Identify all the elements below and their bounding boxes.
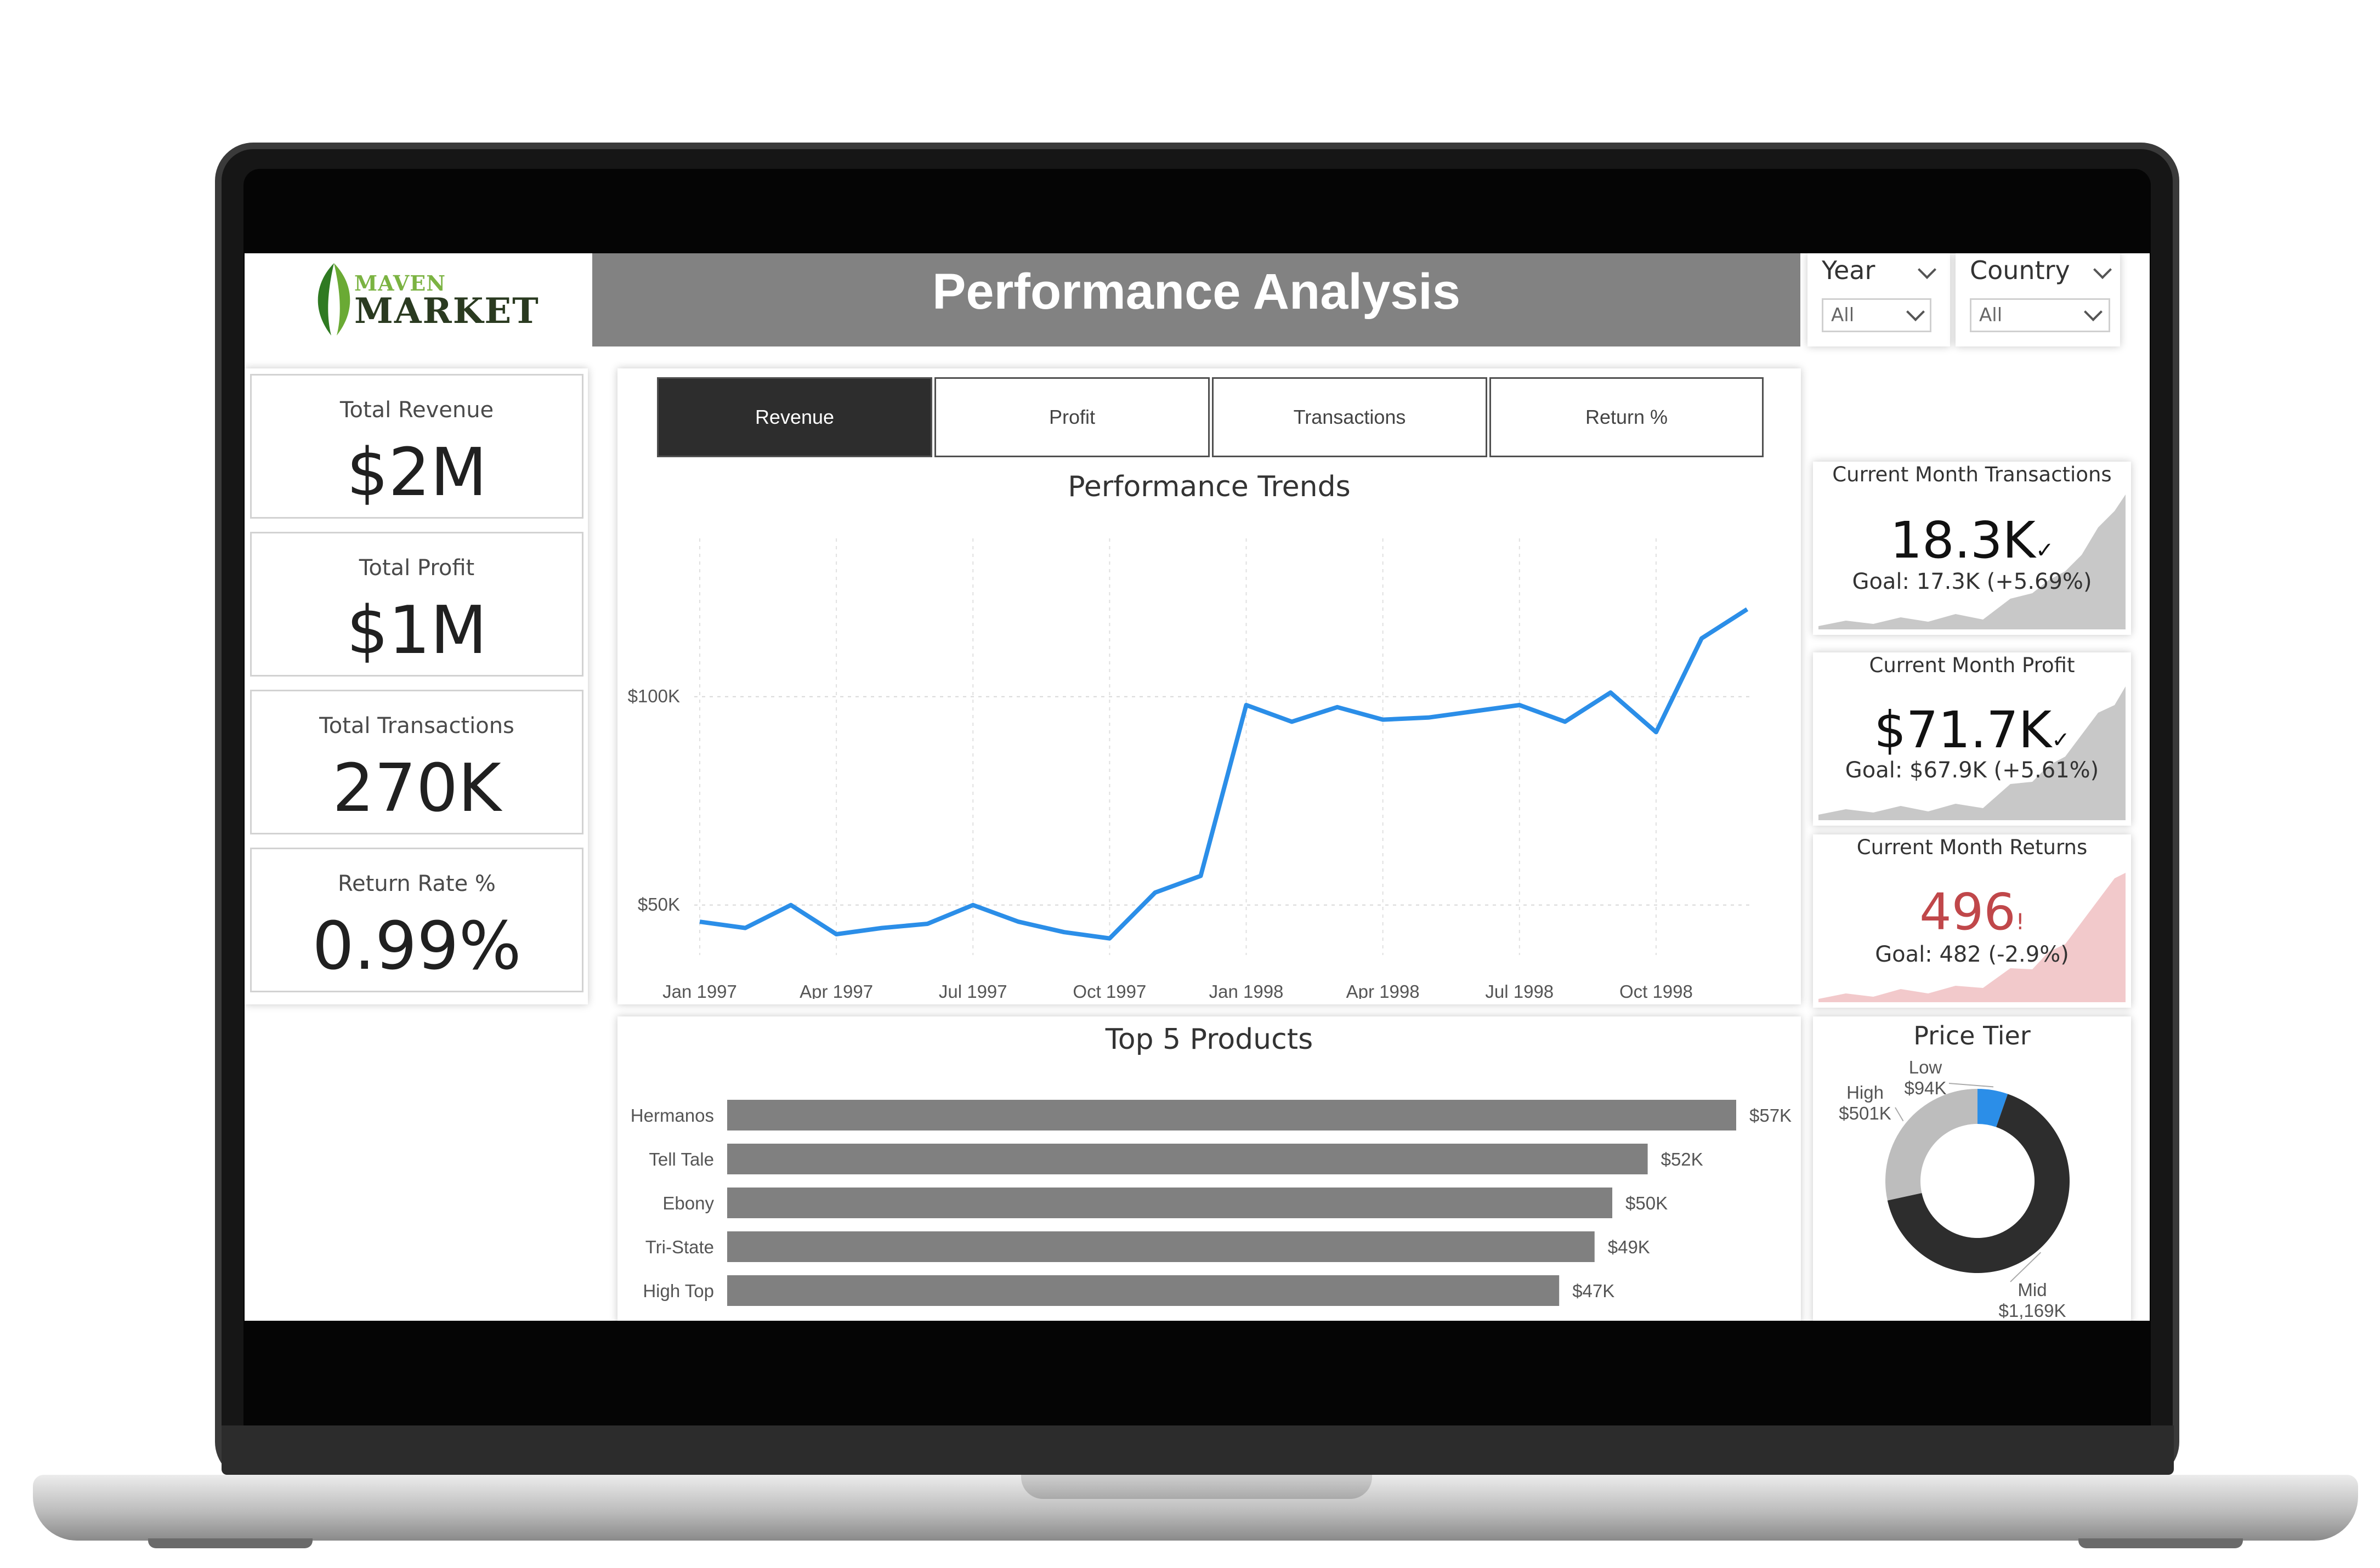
laptop-thumb-notch [1021, 1475, 1372, 1499]
kpi-value: $2M [346, 435, 488, 511]
year-slicer: Year All [1807, 253, 1950, 346]
y-tick-label: $50K [638, 894, 680, 914]
card-goal: Goal: 482 (-2.9%) [1875, 942, 2069, 967]
title-bar: Performance Analysis [592, 253, 1800, 346]
x-tick-label: Jul 1997 [939, 981, 1007, 999]
year-dropdown[interactable]: All [1822, 298, 1931, 332]
donut-slice-value: $501K [1839, 1103, 1891, 1123]
kpi-label: Total Transactions [319, 713, 514, 738]
y-tick-label: $100K [628, 686, 680, 706]
revenue-series-line [699, 607, 1749, 941]
dashboard-screen: MAVEN MARKET Performance Analysis Year A… [245, 253, 2150, 1321]
bar-data-label: $47K [1572, 1281, 1614, 1301]
x-tick-label: Jan 1997 [662, 981, 737, 999]
donut-slice-name: Low [1909, 1057, 1942, 1077]
kpi-value: 270K [332, 751, 501, 827]
page-title: Performance Analysis [932, 264, 1461, 320]
bar [727, 1231, 1595, 1262]
bar-data-label: $57K [1749, 1105, 1792, 1126]
chevron-down-icon[interactable] [1918, 260, 1936, 279]
laptop-foot-left [148, 1538, 313, 1548]
bar [727, 1275, 1560, 1306]
transactions-card[interactable]: Current Month Transactions 18.3K✓ Goal: … [1813, 462, 2131, 635]
card-value: 496! [1919, 883, 2025, 941]
tab-transactions[interactable]: Transactions [1212, 377, 1487, 457]
donut-slice-name: Mid [2018, 1280, 2047, 1300]
card-goal: Goal: $67.9K (+5.61%) [1845, 758, 2099, 783]
kpi-card-profit[interactable]: Total Profit $1M [250, 532, 583, 677]
year-dropdown-value: All [1831, 304, 1855, 326]
check-icon: ✓ [2035, 538, 2054, 563]
warning-icon: ! [2015, 910, 2025, 935]
bar-category-label: Tell Tale [649, 1149, 714, 1169]
year-slicer-label: Year [1822, 255, 1875, 285]
kpi-card-revenue[interactable]: Total Revenue $2M [250, 374, 583, 519]
bar-category-label: High Top [643, 1281, 714, 1301]
bar-data-label: $50K [1625, 1193, 1668, 1213]
chart-title: Top 5 Products [1105, 1023, 1313, 1056]
profit-card[interactable]: Current Month Profit $71.7K✓ Goal: $67.9… [1813, 652, 2131, 826]
bar-category-label: Ebony [662, 1193, 714, 1213]
donut-chart: Low$94K Mid$1,169K High$501K [1839, 1057, 2070, 1321]
tab-revenue[interactable]: Revenue [657, 377, 932, 457]
country-slicer-label: Country [1970, 255, 2070, 285]
card-value: $71.7K✓ [1874, 701, 2070, 759]
x-tick-label: Apr 1998 [1346, 981, 1420, 999]
kpi-label: Return Rate % [338, 871, 496, 896]
bar-data-label: $52K [1661, 1149, 1703, 1169]
donut-slice-value: $94K [1904, 1078, 1946, 1098]
kpi-label: Total Profit [359, 555, 475, 581]
returns-card[interactable]: Current Month Returns 496! Goal: 482 (-2… [1813, 834, 2131, 1008]
bar [727, 1188, 1613, 1218]
x-tick-label: Oct 1997 [1073, 981, 1146, 999]
kpi-value: 0.99% [312, 908, 522, 985]
x-tick-label: Jan 1998 [1209, 981, 1284, 999]
bar-category-label: Tri-State [645, 1237, 714, 1257]
x-tick-label: Apr 1997 [800, 981, 873, 999]
country-slicer: Country All [1956, 253, 2120, 346]
donut-slice-value: $1,169K [1999, 1300, 2066, 1321]
chevron-down-icon[interactable] [2093, 260, 2112, 279]
top-products-card: Top 5 Products Hermanos $57K Tell Tale $52K… [617, 1016, 1801, 1321]
bar [727, 1144, 1648, 1174]
bar-chart: Hermanos $57K Tell Tale $52K Ebony $50K Tri-St… [631, 1100, 1792, 1306]
x-tick-label: Oct 1998 [1619, 981, 1693, 999]
leader-line [1895, 1107, 1904, 1122]
donut-slice-name: High [1846, 1082, 1884, 1103]
chevron-down-icon [1906, 303, 1925, 321]
tab-profit[interactable]: Profit [934, 377, 1210, 457]
kpi-card-transactions[interactable]: Total Transactions 270K [250, 690, 583, 834]
price-tier-card: Price Tier Low $94K Mid $1,169K High $501K [1813, 1016, 2131, 1321]
bar [727, 1100, 1736, 1130]
kpi-card-return-rate[interactable]: Return Rate % 0.99% [250, 848, 583, 992]
brand-word-market: MARKET [354, 291, 540, 332]
laptop-foot-right [2078, 1538, 2243, 1548]
kpi-value: $1M [346, 593, 488, 669]
card-title: Current Month Profit [1869, 654, 2075, 677]
card-value: 18.3K✓ [1890, 511, 2054, 570]
tab-return-pct[interactable]: Return % [1489, 377, 1764, 457]
card-title: Current Month Returns [1856, 836, 2088, 859]
country-dropdown[interactable]: All [1970, 298, 2110, 332]
chart-title: Performance Trends [1068, 470, 1351, 503]
bar-data-label: $49K [1608, 1237, 1650, 1257]
leader-line [1948, 1083, 1994, 1088]
kpi-label: Total Revenue [339, 397, 494, 423]
card-title: Current Month Transactions [1832, 463, 2112, 486]
x-tick-label: Jul 1998 [1485, 981, 1554, 999]
card-goal: Goal: 17.3K (+5.69%) [1852, 569, 2092, 594]
donut-slice-high [1885, 1089, 1977, 1201]
check-icon: ✓ [2052, 728, 2070, 753]
chevron-down-icon [2084, 303, 2103, 321]
laptop-hinge [222, 1425, 2174, 1475]
country-dropdown-value: All [1979, 304, 2003, 326]
leaf-logo-icon [318, 263, 350, 336]
bar-category-label: Hermanos [631, 1105, 714, 1126]
line-chart: $50K $100K Jan 1997 Apr 1997 Jul 1997 Oct 199… [628, 538, 1753, 999]
performance-trends-card: Revenue Profit Transactions Return % Per… [617, 368, 1801, 1004]
logo-area: MAVEN MARKET [245, 253, 588, 345]
